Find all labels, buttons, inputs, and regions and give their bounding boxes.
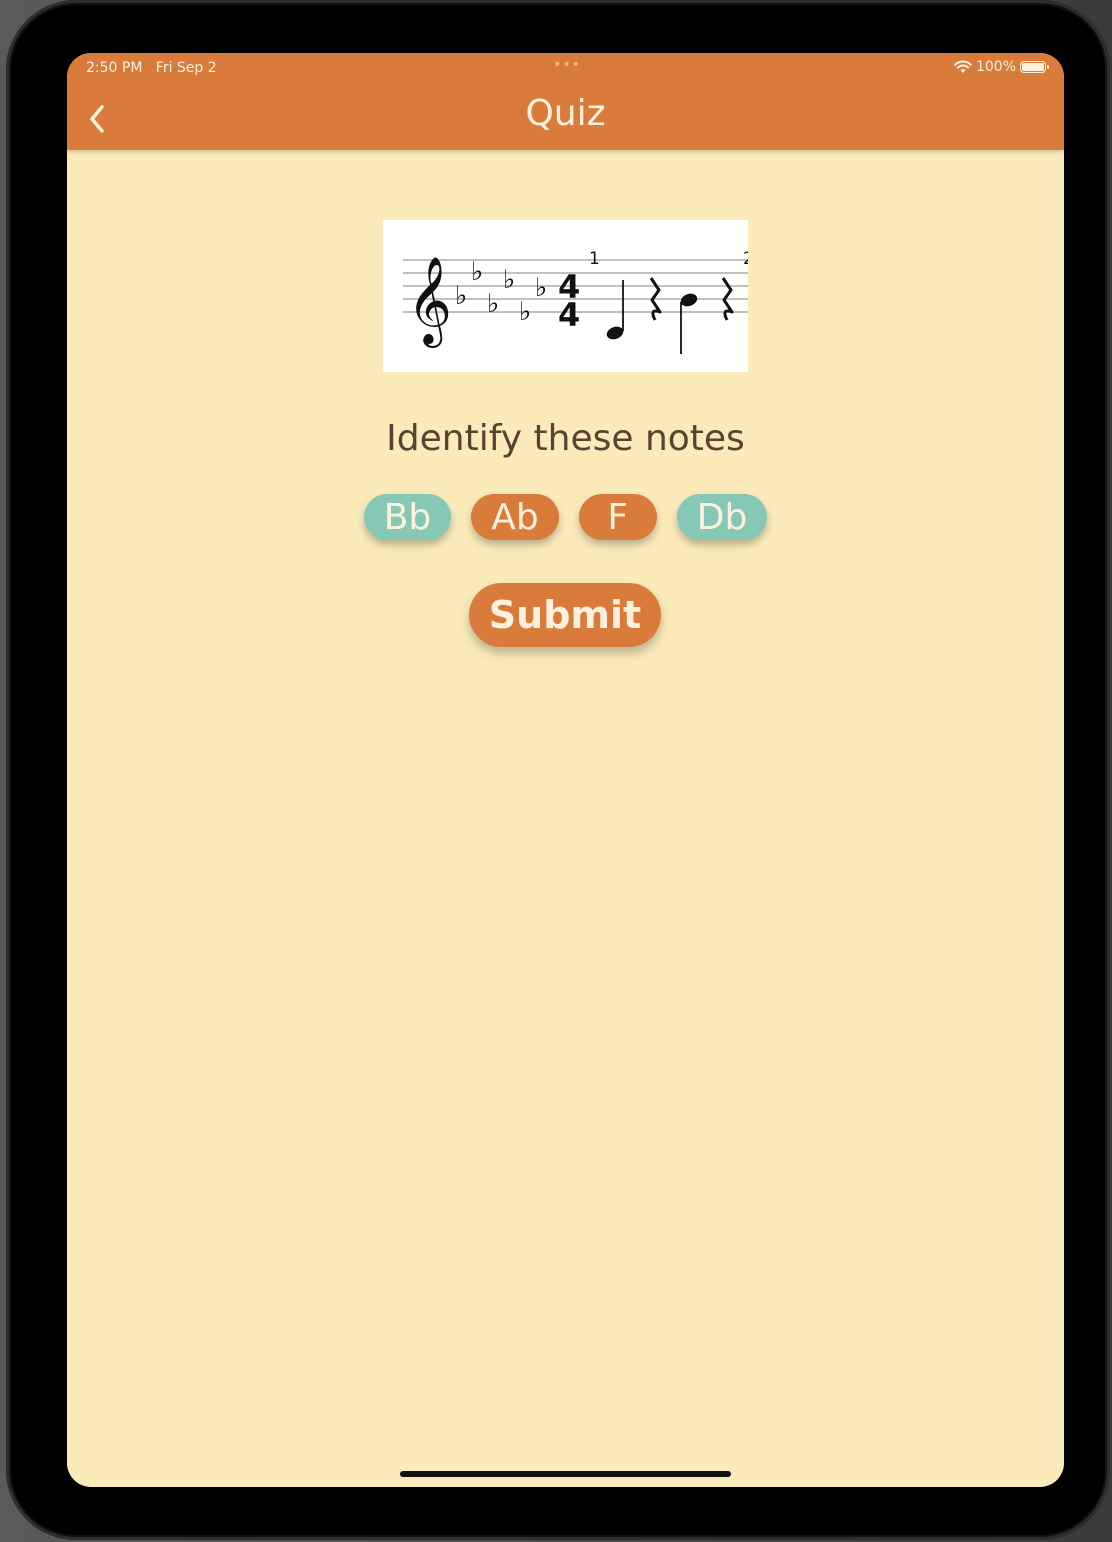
svg-text:♭: ♭ (471, 257, 483, 287)
answer-chips: Bb Ab F Db (67, 494, 1064, 540)
svg-text:♭: ♭ (535, 273, 547, 303)
note-1 (606, 280, 624, 340)
answer-chip-f[interactable]: F (578, 494, 657, 540)
wifi-icon (954, 60, 972, 73)
treble-clef: 𝄞 (407, 255, 452, 348)
svg-text:♭: ♭ (487, 289, 499, 319)
music-staff: 𝄞 ♭ ♭ ♭ ♭ ♭ ♭ 4 4 1 2 (403, 249, 754, 354)
navigation-bar: 2:50 PM Fri Sep 2 ••• 100% Quiz (67, 53, 1064, 150)
status-clock: 2:50 PM (86, 60, 143, 76)
note-2 (680, 293, 698, 354)
battery-percent: 100% (975, 59, 1016, 75)
sheet-music-image: 𝄞 ♭ ♭ ♭ ♭ ♭ ♭ 4 4 1 2 (383, 220, 754, 372)
answer-chip-bb[interactable]: Bb (363, 494, 452, 540)
measure-number: 1 (589, 249, 600, 269)
answer-chip-db[interactable]: Db (676, 494, 768, 540)
key-signature-flats: ♭ ♭ ♭ ♭ ♭ ♭ (455, 257, 547, 327)
tablet-frame: 2:50 PM Fri Sep 2 ••• 100% Quiz 𝄞 ♭ ♭ ♭ … (6, 0, 1110, 1540)
page-title: Quiz (525, 93, 606, 134)
status-indicators: 100% (954, 59, 1049, 75)
question-prompt: Identify these notes (386, 418, 745, 459)
answer-chip-ab[interactable]: Ab (471, 494, 559, 540)
multitasking-dots[interactable]: ••• (552, 57, 582, 73)
status-time: 2:50 PM Fri Sep 2 (86, 60, 217, 76)
battery-icon (1020, 61, 1049, 73)
time-signature-bottom: 4 (558, 296, 580, 334)
svg-text:♭: ♭ (519, 297, 531, 327)
next-measure-number: 2 (743, 249, 748, 269)
home-indicator[interactable] (400, 1471, 731, 1477)
svg-text:♭: ♭ (455, 281, 467, 311)
svg-text:♭: ♭ (503, 265, 515, 295)
app-screen: 2:50 PM Fri Sep 2 ••• 100% Quiz 𝄞 ♭ ♭ ♭ … (67, 53, 1064, 1487)
submit-button[interactable]: Submit (469, 583, 661, 647)
status-date: Fri Sep 2 (155, 60, 217, 76)
